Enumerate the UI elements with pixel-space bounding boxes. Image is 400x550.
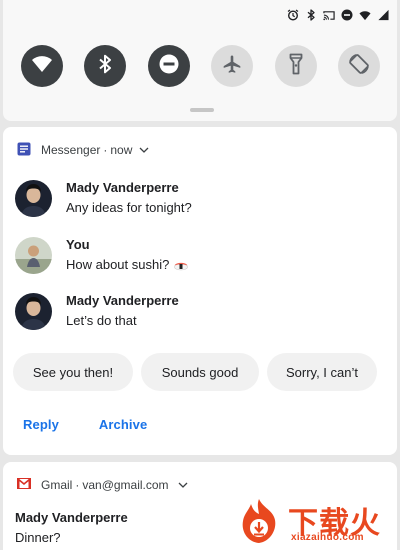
do-not-disturb-icon [341, 9, 353, 21]
notification-time: now [110, 143, 133, 157]
email-sender: Mady Vanderperre [15, 510, 128, 525]
message-body: Any ideas for tonight? [66, 200, 192, 215]
quick-settings-tiles [3, 45, 397, 87]
message-item: Mady Vanderperre Let’s do that [15, 293, 385, 337]
gmail-app-icon [17, 478, 31, 492]
message-sender: Mady Vanderperre [66, 180, 179, 195]
flashlight-tile[interactable] [274, 45, 317, 87]
alarm-icon [287, 9, 299, 21]
notification-meta: Gmail · van@gmail.com [41, 478, 188, 492]
message-item: Mady Vanderperre Any ideas for tonight? [15, 180, 385, 224]
rotate-icon [347, 52, 371, 81]
wifi-tile[interactable] [21, 45, 63, 87]
smart-reply-chips: See you then! Sounds good Sorry, I can’t [13, 353, 377, 391]
notification-header: Messenger · now [17, 141, 149, 159]
notification-header: Gmail · van@gmail.com [17, 476, 188, 494]
watermark: 下载火 xiazaihuo.com [233, 496, 398, 548]
separator-dot: · [103, 143, 108, 157]
wifi-icon [359, 9, 371, 21]
bluetooth-icon [305, 9, 317, 21]
cast-icon [323, 9, 335, 21]
separator-dot: · [75, 478, 80, 492]
status-bar [287, 8, 389, 22]
watermark-subtext: xiazaihuo.com [291, 532, 364, 543]
do-not-disturb-icon [158, 53, 180, 80]
airplane-icon [222, 54, 242, 79]
quick-settings-panel [3, 0, 397, 121]
chevron-down-icon[interactable] [178, 482, 188, 488]
message-sender: You [66, 237, 90, 252]
account-email: van@gmail.com [82, 478, 169, 492]
message-text: How about sushi? [66, 257, 189, 272]
smart-reply-chip[interactable]: Sorry, I can’t [267, 353, 377, 391]
messenger-app-icon [17, 142, 31, 159]
avatar [15, 180, 52, 217]
smart-reply-chip[interactable]: Sounds good [141, 353, 259, 391]
reply-button[interactable]: Reply [23, 417, 59, 432]
chevron-down-icon[interactable] [139, 147, 149, 153]
message-body: How about sushi? [66, 257, 170, 272]
wifi-icon [31, 55, 53, 78]
message-text: Any ideas for tonight? [66, 200, 192, 215]
flashlight-icon [289, 53, 303, 80]
message-sender: Mady Vanderperre [66, 293, 179, 308]
notification-meta: Messenger · now [41, 143, 149, 157]
auto-rotate-tile[interactable] [337, 45, 380, 87]
avatar [15, 293, 52, 330]
app-name: Gmail [41, 478, 73, 492]
do-not-disturb-tile[interactable] [147, 45, 190, 87]
email-subject: Dinner? [15, 530, 61, 545]
watermark-logo [233, 496, 285, 548]
drag-handle[interactable] [190, 108, 214, 112]
app-name: Messenger [41, 143, 101, 157]
message-body: Let’s do that [66, 313, 137, 328]
airplane-mode-tile[interactable] [211, 45, 254, 87]
avatar [15, 237, 52, 274]
archive-button[interactable]: Archive [99, 417, 147, 432]
message-text: Let’s do that [66, 313, 137, 328]
bluetooth-icon [98, 54, 112, 79]
bluetooth-tile[interactable] [84, 45, 127, 87]
sushi-icon [173, 259, 189, 271]
battery-icon [377, 9, 389, 21]
notification-actions: Reply Archive [23, 417, 147, 432]
message-item: You How about sushi? [15, 237, 385, 281]
messenger-notification[interactable]: Messenger · now Mady Vanderperre Any ide… [3, 127, 397, 455]
smart-reply-chip[interactable]: See you then! [13, 353, 133, 391]
